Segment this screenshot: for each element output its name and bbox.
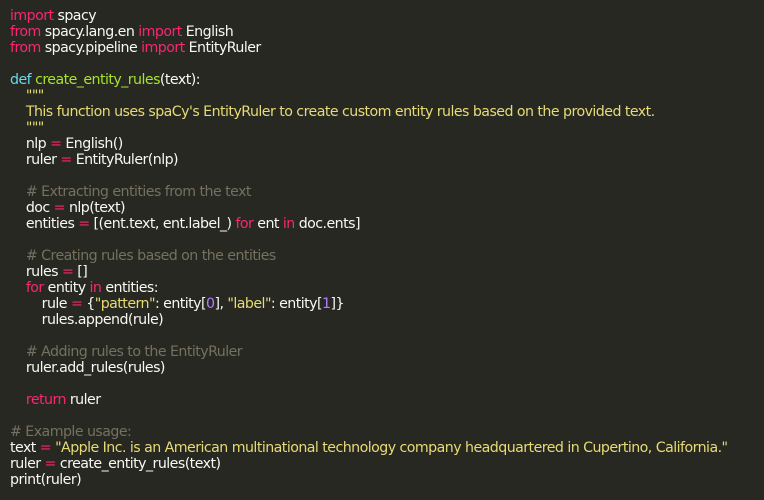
code-token: ruler.add_rules(rules) [10,360,166,376]
code-line: for entity in entities: [10,280,764,296]
code-token: entities [10,216,79,232]
code-token: = [60,152,72,168]
code-token: = [70,296,83,312]
code-line: doc = nlp(text) [10,200,764,216]
code-line: """ [10,120,764,136]
code-token: from [10,24,41,40]
code-editor[interactable]: import spacy from spacy.lang.en import En… [0,0,764,500]
code-token: doc [10,200,54,216]
code-line: rule = {"pattern": entity[0], "label": e… [10,296,764,312]
code-token: English() [61,136,123,152]
code-token: def [10,72,32,88]
code-line: ruler = create_entity_rules(text) [10,456,764,472]
code-token: import [10,8,54,24]
code-token: """ [10,120,44,136]
code-token: rules.append(rule) [10,312,164,328]
code-token: "Apple Inc. is an American multinational… [55,440,728,456]
code-token: for [235,216,254,232]
code-token: spacy.lang.en [40,24,139,40]
code-line: This function uses spaCy's EntityRuler t… [10,104,764,120]
code-token: entities: [101,280,158,296]
code-token: print(ruler) [10,472,82,488]
code-line: from spacy.pipeline import EntityRuler [10,40,764,56]
code-line: # Example usage: [10,424,764,440]
code-token: This function uses spaCy's EntityRuler t… [10,104,655,120]
code-line: """ [10,88,764,104]
code-token: = [50,136,62,152]
code-token: rules [10,264,62,280]
code-token: return [25,392,67,408]
code-line: def create_entity_rules(text): [10,72,764,88]
code-token: [] [73,264,88,280]
code-line: print(ruler) [10,472,764,488]
code-token: { [82,296,95,312]
code-token: from [10,40,41,56]
code-token: rule [10,296,71,312]
code-token: ent [253,216,283,232]
code-token: entity [43,280,90,296]
code-token: = [78,216,90,232]
code-line: text = "Apple Inc. is an American multin… [10,440,764,456]
code-line: entities = [(ent.text, ent.label_) for e… [10,216,764,232]
code-token: import [138,24,182,40]
code-line: # Adding rules to the EntityRuler [10,344,764,360]
code-token: = [61,264,74,280]
code-line: ruler = EntityRuler(nlp) [10,152,764,168]
code-line: ruler.add_rules(rules) [10,360,764,376]
code-token: in [89,280,102,296]
code-token: = [39,440,52,456]
code-token: # Creating rules based on the entities [10,248,276,264]
code-token: "label" [227,296,271,312]
code-token: EntityRuler [184,40,262,56]
code-line: rules.append(rule) [10,312,764,328]
code-token: EntityRuler(nlp) [71,152,179,168]
code-token: # Adding rules to the EntityRuler [10,344,243,360]
code-token: create_entity_rules [35,72,160,88]
code-token: """ [10,88,44,104]
code-token: = [44,456,57,472]
code-token: create_entity_rules(text) [55,456,221,472]
code-line: from spacy.lang.en import English [10,24,764,40]
code-lines: import spacy from spacy.lang.en import En… [10,8,764,488]
code-token: ]} [330,296,344,312]
code-line: nlp = English() [10,136,764,152]
code-line: # Creating rules based on the entities [10,248,764,264]
code-token: ], [214,296,228,312]
code-token: spacy [53,8,97,24]
code-token: in [282,216,295,232]
code-token: English [181,24,234,40]
code-token: "pattern" [94,296,156,312]
code-token: [(ent.text, ent.label_) [89,216,236,232]
code-token: nlp(text) [64,200,126,216]
code-token: import [141,40,185,56]
code-line: rules = [] [10,264,764,280]
code-token: spacy.pipeline [40,40,142,56]
code-token: 0 [206,296,215,312]
code-token: : entity[ [270,296,323,312]
code-token: (text): [159,72,201,88]
code-token: for [25,280,44,296]
code-token: # Example usage: [10,424,132,440]
code-token: ruler [10,152,61,168]
code-token: nlp [10,136,51,152]
code-line: import spacy [10,8,764,24]
code-line: return ruler [10,392,764,408]
code-token: doc.ents] [294,216,361,232]
code-token: # Extracting entities from the text [10,184,252,200]
code-token: ruler [65,392,101,408]
code-line: # Extracting entities from the text [10,184,764,200]
code-token: = [53,200,66,216]
code-token: ruler [10,456,45,472]
code-token: text [10,440,40,456]
code-token: : entity[ [154,296,207,312]
